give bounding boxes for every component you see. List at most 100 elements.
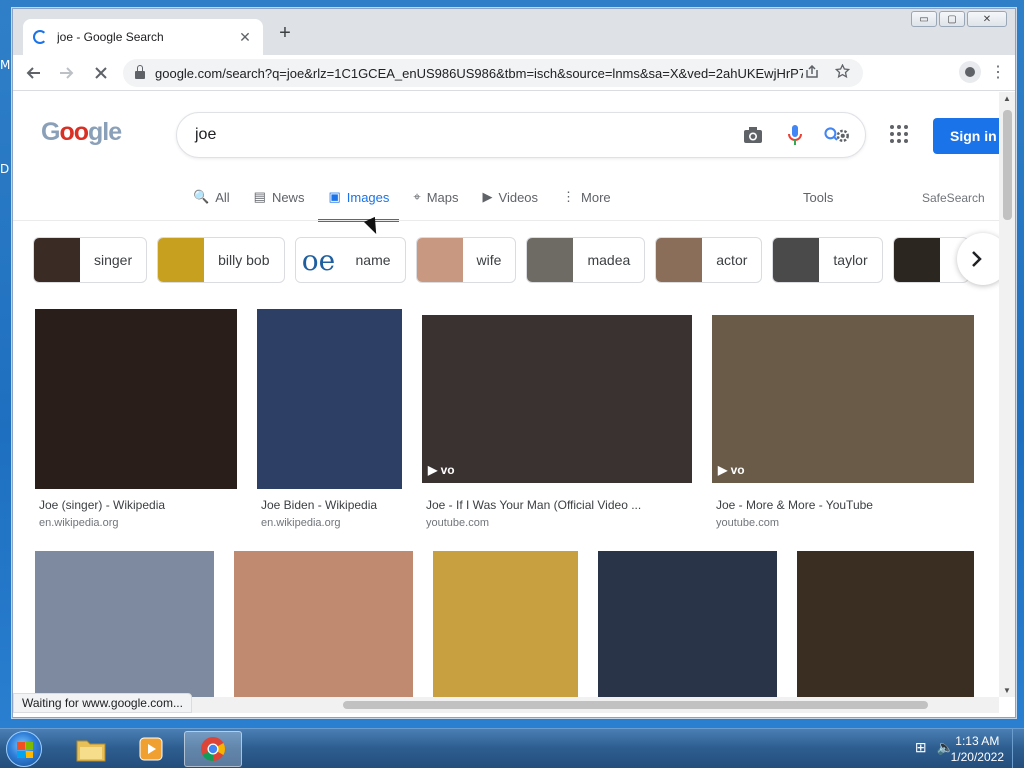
clock[interactable]: 1:13 AM 1/20/2022 xyxy=(951,733,1004,765)
scrollbar-thumb[interactable] xyxy=(343,701,928,709)
media-player-icon xyxy=(139,737,163,761)
tab-maps[interactable]: ⌖ Maps xyxy=(413,182,458,212)
sign-in-button[interactable]: Sign in xyxy=(933,118,999,154)
chip-thumbnail xyxy=(527,238,574,282)
image-icon: ▣ xyxy=(328,189,341,204)
taskbar-explorer[interactable] xyxy=(62,731,120,767)
forward-button[interactable] xyxy=(53,59,81,87)
result-title[interactable]: Joe (singer) - Wikipedia xyxy=(39,498,239,512)
tab-news[interactable]: ▤ News xyxy=(254,182,305,212)
tab-more[interactable]: ⋮ More xyxy=(562,182,611,212)
result-caption[interactable]: Joe - If I Was Your Man (Official Video … xyxy=(426,498,696,529)
result-caption[interactable]: Joe Biden - Wikipedia en.wikipedia.org xyxy=(261,498,406,529)
stop-loading-button[interactable] xyxy=(87,59,115,87)
divider xyxy=(13,220,999,221)
clock-time: 1:13 AM xyxy=(955,734,1000,748)
tab-all[interactable]: 🔍 All xyxy=(193,182,230,212)
browser-menu-icon[interactable]: ⋮ xyxy=(989,62,1007,82)
result-image[interactable] xyxy=(234,551,413,697)
result-caption[interactable]: Joe - More & More - YouTube youtube.com xyxy=(716,498,978,529)
minimize-button[interactable]: ▭ xyxy=(911,11,937,27)
more-vertical-icon: ⋮ xyxy=(562,189,576,204)
chip-thumbnail xyxy=(773,238,820,282)
result-title[interactable]: Joe Biden - Wikipedia xyxy=(261,498,406,512)
browser-toolbar: google.com/search?q=joe&rlz=1C1GCEA_enUS… xyxy=(13,55,1015,91)
result-source: en.wikipedia.org xyxy=(39,517,119,529)
result-image[interactable]: ▶ vo xyxy=(422,315,692,483)
stop-icon xyxy=(95,66,107,79)
result-title[interactable]: Joe - If I Was Your Man (Official Video … xyxy=(426,498,696,512)
chip-thumbnail xyxy=(416,238,463,282)
result-image[interactable] xyxy=(598,551,777,697)
chip-thumbnail xyxy=(893,238,940,282)
address-bar[interactable]: google.com/search?q=joe&rlz=1C1GCEA_enUS… xyxy=(123,59,863,87)
share-icon[interactable] xyxy=(803,64,821,82)
new-tab-button[interactable]: + xyxy=(275,23,295,43)
clock-date: 1/20/2022 xyxy=(950,750,1004,764)
search-box[interactable]: joe xyxy=(176,112,866,158)
network-icon[interactable]: ⊞ xyxy=(915,739,927,756)
safesearch-button[interactable]: SafeSearch xyxy=(922,191,985,205)
close-tab-icon[interactable]: ✕ xyxy=(237,29,253,46)
start-button[interactable] xyxy=(6,731,42,767)
chip-name[interactable]: oe name xyxy=(294,237,406,283)
chip-thumbnail xyxy=(158,238,205,282)
google-logo[interactable]: Google xyxy=(41,118,122,147)
tab-images[interactable]: ▣ Images xyxy=(318,182,400,222)
taskbar: ⊞ 🔈 1:13 AM 1/20/2022 xyxy=(0,728,1024,768)
result-title[interactable]: Joe - More & More - YouTube xyxy=(716,498,978,512)
microphone-icon[interactable] xyxy=(781,121,809,149)
desktop-edge-text: M xyxy=(0,58,11,72)
play-icon: ▶ vo xyxy=(718,463,745,477)
result-source: youtube.com xyxy=(716,517,779,529)
tools-button[interactable]: Tools xyxy=(803,190,833,205)
maximize-button[interactable]: ▢ xyxy=(939,11,965,27)
chip-singer[interactable]: singer xyxy=(33,237,148,283)
browser-tab[interactable]: joe - Google Search ✕ xyxy=(23,19,263,55)
page-content: Google joe Sign in 🔍 All ▤ News ▣ Images ⌖ M… xyxy=(13,92,999,697)
tab-videos[interactable]: ▶ Videos xyxy=(483,182,539,212)
show-desktop-button[interactable] xyxy=(1012,729,1024,768)
search-icon: 🔍 xyxy=(193,189,210,204)
chip-madea[interactable]: madea xyxy=(526,237,646,283)
result-image[interactable] xyxy=(35,551,214,697)
result-image[interactable]: ▶ vo xyxy=(712,315,974,483)
camera-icon[interactable] xyxy=(739,121,767,149)
result-caption[interactable]: Joe (singer) - Wikipedia en.wikipedia.or… xyxy=(39,498,239,529)
result-image[interactable] xyxy=(257,309,402,489)
chip-billy-bob[interactable]: billy bob xyxy=(157,237,285,283)
chip-actor[interactable]: actor xyxy=(655,237,763,283)
close-window-button[interactable]: ✕ xyxy=(967,11,1007,27)
taskbar-media-player[interactable] xyxy=(122,731,180,767)
result-image[interactable] xyxy=(433,551,578,697)
window-controls: ▭ ▢ ✕ xyxy=(911,11,1007,27)
apps-grid-icon[interactable] xyxy=(889,124,909,150)
search-tabs: 🔍 All ▤ News ▣ Images ⌖ Maps ▶ Videos ⋮ More xyxy=(193,182,635,222)
search-input[interactable]: joe xyxy=(195,126,739,144)
taskbar-chrome[interactable] xyxy=(184,731,242,767)
status-bar: Waiting for www.google.com... xyxy=(13,693,192,713)
related-searches-chips: singer billy bob oe name wife madea actor… xyxy=(33,237,969,283)
chip-thumbnail xyxy=(34,238,80,282)
tab-title: joe - Google Search xyxy=(57,30,164,44)
url-text: google.com/search?q=joe&rlz=1C1GCEA_enUS… xyxy=(155,65,803,81)
map-pin-icon: ⌖ xyxy=(413,189,421,204)
result-image[interactable] xyxy=(35,309,237,489)
result-image[interactable] xyxy=(797,551,974,697)
profile-avatar-icon[interactable] xyxy=(959,61,981,83)
folder-icon xyxy=(76,740,106,762)
back-button[interactable] xyxy=(19,59,47,87)
loading-spinner-icon xyxy=(33,30,47,44)
system-tray: ⊞ 🔈 xyxy=(915,739,954,756)
search-settings-icon[interactable] xyxy=(823,121,851,149)
chip-taylor[interactable]: taylor xyxy=(772,237,883,283)
vertical-scrollbar[interactable]: ▲ ▼ xyxy=(999,92,1015,697)
news-icon: ▤ xyxy=(253,189,266,204)
chip-wife[interactable]: wife xyxy=(415,237,517,283)
windows-logo-icon xyxy=(17,742,33,758)
chip-thumbnail xyxy=(656,238,703,282)
bookmark-star-icon[interactable] xyxy=(833,63,851,82)
result-source: en.wikipedia.org xyxy=(261,517,341,529)
browser-window: joe - Google Search ✕ + ▭ ▢ ✕ google.com… xyxy=(12,8,1016,718)
scrollbar-thumb[interactable] xyxy=(1003,110,1012,220)
